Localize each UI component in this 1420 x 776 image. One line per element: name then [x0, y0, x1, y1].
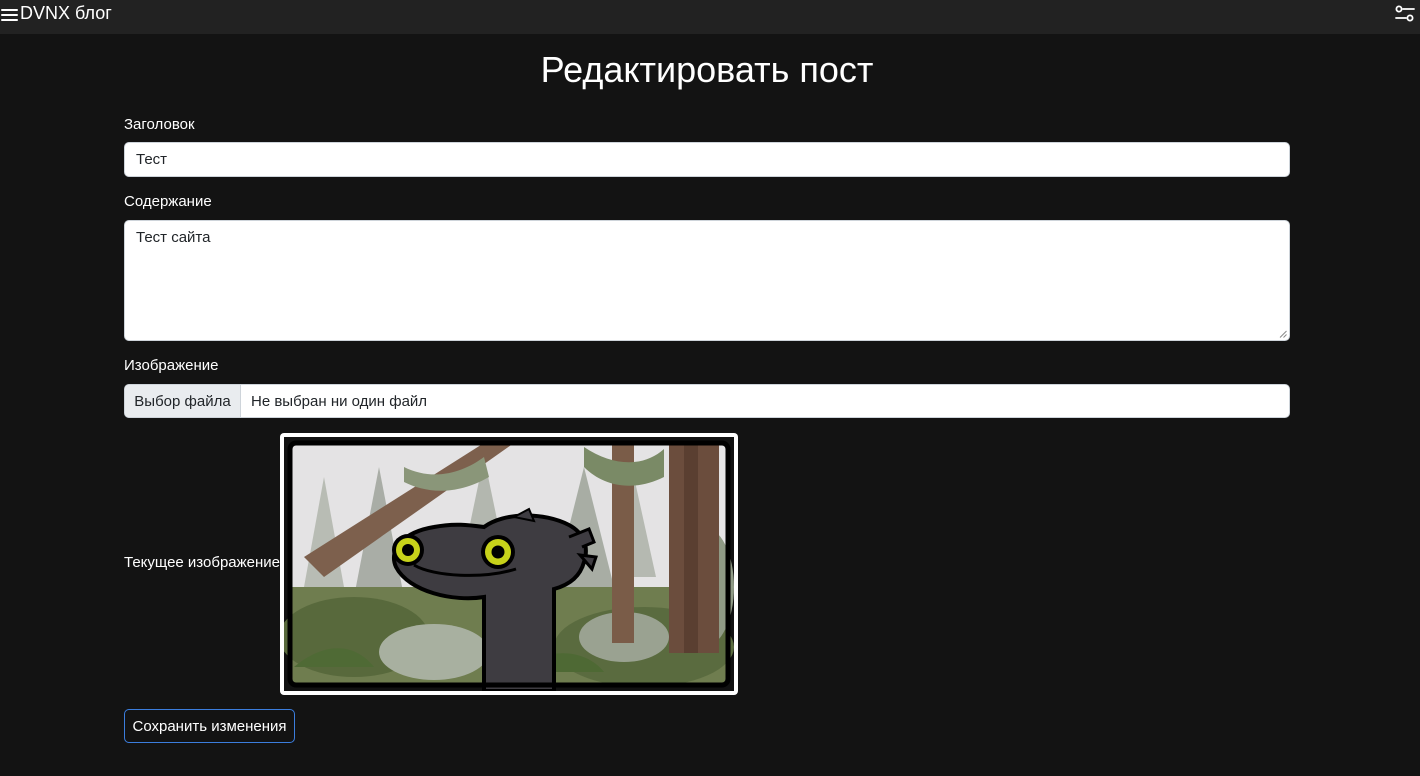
hamburger-menu-icon[interactable] [1, 8, 19, 22]
image-label: Изображение [124, 357, 219, 374]
navbar: DVNX блог [0, 0, 1420, 34]
file-status-text: Не выбран ни один файл [251, 392, 428, 410]
title-label: Заголовок [124, 116, 195, 133]
file-input[interactable]: Выбор файла Не выбран ни один файл [124, 384, 1290, 418]
content-textarea-value: Тест сайта [136, 229, 211, 246]
current-image-label: Текущее изображение: [124, 554, 285, 571]
current-image [280, 433, 738, 695]
brand-link[interactable]: DVNX блог [20, 3, 112, 23]
title-input-value: Тест [136, 151, 168, 168]
content-label: Содержание [124, 193, 212, 210]
page-title: Редактировать пост [540, 49, 874, 90]
content-textarea[interactable]: Тест сайта [124, 220, 1290, 341]
save-changes-button[interactable]: Сохранить изменения [124, 709, 295, 743]
choose-file-button[interactable]: Выбор файла [125, 385, 241, 417]
title-input[interactable]: Тест [124, 142, 1290, 177]
sliders-settings-icon[interactable] [1395, 5, 1415, 23]
current-image-picture [284, 437, 734, 691]
resize-grip-icon[interactable] [1279, 330, 1287, 338]
